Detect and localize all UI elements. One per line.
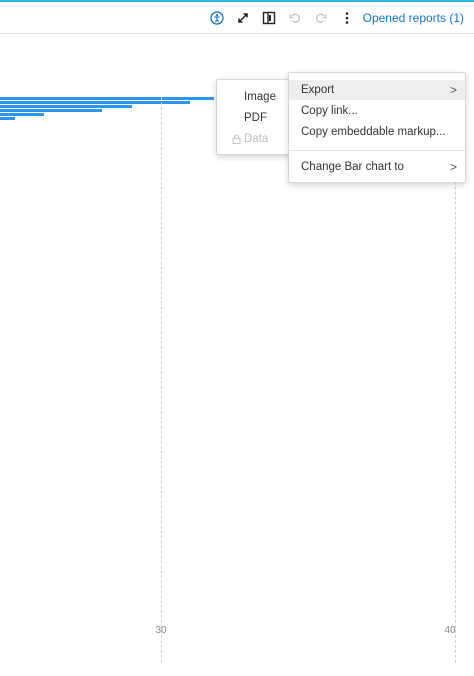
menu-item-image[interactable]: Image <box>217 87 299 107</box>
x-tick-label: 40 <box>444 625 456 636</box>
chart-bar[interactable] <box>0 105 132 108</box>
chart-bar[interactable] <box>0 109 102 112</box>
chart-bar[interactable] <box>0 117 15 120</box>
menu-item-copy-embeddable-markup[interactable]: Copy embeddable markup... <box>289 122 465 142</box>
gridline <box>161 97 162 663</box>
object-context-menu: Export > Copy link... Copy embeddable ma… <box>288 72 466 183</box>
menu-item-data: Data <box>217 129 299 149</box>
menu-item-change-chart-type[interactable]: Change Bar chart to > <box>289 157 465 177</box>
chart-bar[interactable] <box>0 113 44 116</box>
menu-divider <box>289 150 465 151</box>
redo-icon[interactable] <box>312 9 330 27</box>
menu-item-pdf[interactable]: PDF <box>217 108 299 128</box>
chevron-right-icon: > <box>449 83 457 97</box>
undo-icon[interactable] <box>286 9 304 27</box>
menu-item-copy-link[interactable]: Copy link... <box>289 101 465 121</box>
more-vertical-icon[interactable] <box>338 9 356 27</box>
chart-bar[interactable] <box>0 97 214 100</box>
menu-item-export[interactable]: Export > <box>289 80 465 100</box>
report-toolbar: Opened reports (1) <box>0 2 474 34</box>
chevron-right-icon: > <box>449 160 457 174</box>
x-tick-label: 30 <box>155 625 167 636</box>
expand-icon[interactable] <box>234 9 252 27</box>
lock-icon <box>232 134 241 144</box>
opened-reports-link[interactable]: Opened reports (1) <box>363 11 464 25</box>
accessibility-icon[interactable] <box>208 9 226 27</box>
panel-toggle-icon[interactable] <box>260 9 278 27</box>
